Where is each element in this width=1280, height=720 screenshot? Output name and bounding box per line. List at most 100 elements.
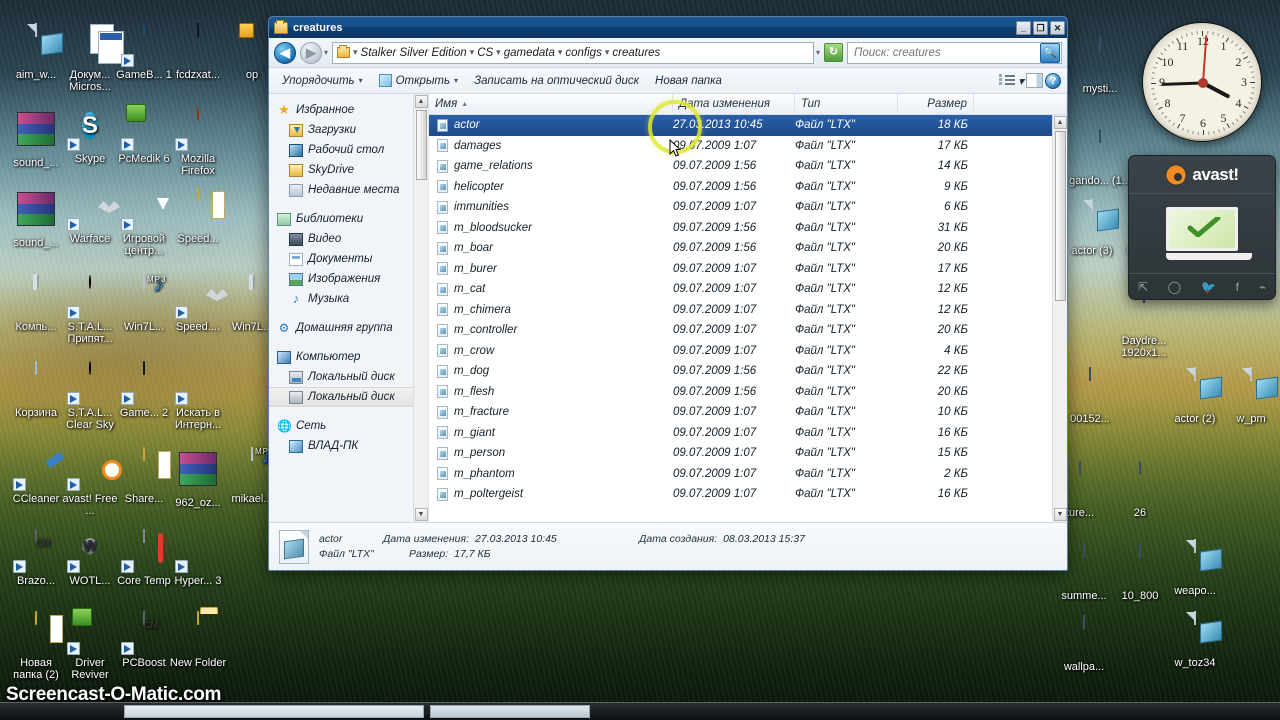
- sidebar-item-Изображения[interactable]: Изображения: [269, 269, 413, 289]
- file-list-area[interactable]: Имя ▲ Дата изменения Тип Размер actor 27.…: [429, 94, 1067, 522]
- history-dropdown-icon[interactable]: ▾: [324, 48, 328, 57]
- breadcrumb[interactable]: ▾ Stalker Silver Edition ▾ CS ▾ gamedata ▾ con…: [332, 41, 814, 64]
- table-row[interactable]: m_phantom 09.07.2009 1:07 Файл "LTX" 2 КБ: [429, 464, 1052, 485]
- back-button[interactable]: ◀: [274, 41, 296, 64]
- table-row[interactable]: m_controller 09.07.2009 1:07 Файл "LTX" 20 …: [429, 320, 1052, 341]
- desktop-icon[interactable]: gando... (1...: [1068, 129, 1132, 187]
- column-header-type[interactable]: Тип: [795, 94, 898, 114]
- sidebar-group-Компьютер[interactable]: Компьютер: [269, 347, 413, 367]
- table-row[interactable]: m_flesh 09.07.2009 1:56 Файл "LTX" 20 КБ: [429, 382, 1052, 403]
- search-input[interactable]: [848, 46, 1040, 59]
- scroll-down-button[interactable]: ▼: [414, 508, 428, 521]
- desktop-icon[interactable]: wallpa...: [1052, 615, 1116, 673]
- taskbar-item[interactable]: [430, 705, 590, 718]
- chevron-down-icon[interactable]: ▾: [1018, 74, 1024, 88]
- address-dropdown-icon[interactable]: ▾: [816, 48, 820, 57]
- table-row[interactable]: m_person 09.07.2009 1:07 Файл "LTX" 15 КБ: [429, 443, 1052, 464]
- open-window-icon[interactable]: ⇱: [1138, 280, 1148, 294]
- circle-icon[interactable]: ◯: [1168, 280, 1181, 294]
- sidebar-item-Документы[interactable]: Документы: [269, 249, 413, 269]
- sidebar-item-Музыка[interactable]: ♪ Музыка: [269, 289, 413, 309]
- column-header-size[interactable]: Размер: [898, 94, 974, 114]
- sidebar-item-Локальный диск[interactable]: Локальный диск: [269, 387, 413, 407]
- avast-action-row[interactable]: ⇱ ◯ 🐦 f ⌁: [1129, 273, 1275, 299]
- minimize-button[interactable]: _: [1016, 20, 1031, 35]
- desktop-icon[interactable]: weapo...: [1163, 539, 1227, 597]
- column-header-modified[interactable]: Дата изменения: [673, 94, 795, 114]
- table-row[interactable]: m_bloodsucker 09.07.2009 1:56 Файл "LTX" 31…: [429, 218, 1052, 239]
- search-box[interactable]: 🔍: [847, 41, 1062, 64]
- table-row[interactable]: immunities 09.07.2009 1:07 Файл "LTX" 6 КБ: [429, 197, 1052, 218]
- table-row[interactable]: helicopter 09.07.2009 1:56 Файл "LTX" 9 КБ: [429, 177, 1052, 198]
- sidebar-item-SkyDrive[interactable]: SkyDrive: [269, 160, 413, 180]
- desktop-icon[interactable]: Hyper... 3: [166, 530, 230, 587]
- forward-button[interactable]: ▶: [300, 41, 322, 64]
- table-row[interactable]: m_dog 09.07.2009 1:56 Файл "LTX" 22 КБ: [429, 361, 1052, 382]
- table-row[interactable]: m_fracture 09.07.2009 1:07 Файл "LTX" 10 КБ: [429, 402, 1052, 423]
- desktop-icon[interactable]: actor (2): [1163, 367, 1227, 425]
- refresh-button[interactable]: ↻: [824, 43, 843, 62]
- sidebar-item-Недавние места[interactable]: Недавние места: [269, 180, 413, 200]
- facebook-icon[interactable]: f: [1236, 280, 1239, 294]
- organize-button[interactable]: Упорядочить ▾: [275, 72, 370, 90]
- sidebar-item-Рабочий стол[interactable]: Рабочий стол: [269, 140, 413, 160]
- table-row[interactable]: m_crow 09.07.2009 1:07 Файл "LTX" 4 КБ: [429, 341, 1052, 362]
- clock-gadget[interactable]: 121234567891011: [1142, 22, 1262, 142]
- list-view-icon[interactable]: [999, 73, 1016, 88]
- maximize-button[interactable]: ❐: [1033, 20, 1048, 35]
- desktop-icon[interactable]: Speed...: [166, 187, 230, 245]
- desktop-icon[interactable]: Искать в Интерн...: [166, 362, 230, 431]
- sidebar-item-ВЛАД-ПК[interactable]: ВЛАД-ПК: [269, 436, 413, 456]
- window-title-bar[interactable]: creatures _ ❐ ✕: [269, 17, 1067, 38]
- open-button[interactable]: Открыть ▾: [372, 71, 465, 90]
- address-bar[interactable]: ◀ ▶ ▾ ▾ Stalker Silver Edition ▾ CS ▾ gameda…: [269, 38, 1067, 68]
- rss-icon[interactable]: ⌁: [1259, 280, 1266, 294]
- navigation-scrollbar[interactable]: ▲ ▼: [413, 94, 428, 522]
- table-row[interactable]: m_chimera 09.07.2009 1:07 Файл "LTX" 12 КБ: [429, 300, 1052, 321]
- sidebar-group-Избранное[interactable]: ★ Избранное: [269, 100, 413, 120]
- breadcrumb-item[interactable]: configs: [565, 47, 601, 59]
- sidebar-group-Библиотеки[interactable]: Библиотеки: [269, 209, 413, 229]
- desktop-icon[interactable]: 26: [1108, 461, 1172, 519]
- explorer-window[interactable]: creatures _ ❐ ✕ ◀ ▶ ▾ ▾ Stalker Silver E…: [268, 16, 1068, 571]
- avast-notification-popup[interactable]: avast! ⇱ ◯ 🐦 f ⌁: [1128, 155, 1276, 300]
- scroll-up-button[interactable]: ▲: [414, 95, 428, 108]
- desktop-icon[interactable]: mysti...: [1068, 37, 1132, 95]
- table-row[interactable]: m_burer 09.07.2009 1:07 Файл "LTX" 17 КБ: [429, 259, 1052, 280]
- table-row[interactable]: m_boar 09.07.2009 1:56 Файл "LTX" 20 КБ: [429, 238, 1052, 259]
- file-list-rows[interactable]: actor 27.03.2013 10:45 Файл "LTX" 18 КБ dama…: [429, 115, 1052, 522]
- column-header-filler[interactable]: [974, 94, 1067, 114]
- desktop-icon[interactable]: Daydre... 1920x1...: [1112, 289, 1176, 359]
- breadcrumb-item[interactable]: creatures: [612, 47, 660, 59]
- burn-to-disc-button[interactable]: Записать на оптический диск: [467, 72, 646, 90]
- desktop-icon[interactable]: w_pm: [1219, 367, 1280, 425]
- breadcrumb-item[interactable]: CS: [477, 47, 493, 59]
- navigation-pane[interactable]: ★ Избранное Загрузки Рабочий стол SkyDrive Не…: [269, 94, 429, 522]
- sidebar-item-Видео[interactable]: Видео: [269, 229, 413, 249]
- breadcrumb-item[interactable]: Stalker Silver Edition: [361, 47, 467, 59]
- preview-pane-icon[interactable]: [1026, 73, 1043, 88]
- sidebar-item-Загрузки[interactable]: Загрузки: [269, 120, 413, 140]
- desktop-icon[interactable]: Mozilla Firefox: [166, 107, 230, 177]
- twitter-icon[interactable]: 🐦: [1201, 280, 1216, 294]
- new-folder-button[interactable]: Новая папка: [648, 72, 729, 90]
- scrollbar-thumb[interactable]: [1054, 131, 1066, 301]
- search-icon[interactable]: 🔍: [1040, 42, 1060, 63]
- command-bar[interactable]: Упорядочить ▾ Открыть ▾ Записать на опти…: [269, 68, 1067, 94]
- table-row[interactable]: m_giant 09.07.2009 1:07 Файл "LTX" 16 КБ: [429, 423, 1052, 444]
- table-row[interactable]: game_relations 09.07.2009 1:56 Файл "LTX" 1…: [429, 156, 1052, 177]
- scroll-down-button[interactable]: ▼: [1053, 508, 1067, 521]
- sidebar-item-Локальный диск[interactable]: Локальный диск: [269, 367, 413, 387]
- help-icon[interactable]: ?: [1045, 72, 1061, 89]
- taskbar[interactable]: [0, 702, 1280, 720]
- table-row[interactable]: actor 27.03.2013 10:45 Файл "LTX" 18 КБ: [429, 115, 1052, 136]
- taskbar-item[interactable]: [124, 705, 424, 718]
- desktop-icon[interactable]: New Folder: [166, 611, 230, 669]
- scroll-up-button[interactable]: ▲: [1053, 116, 1067, 129]
- file-list-header[interactable]: Имя ▲ Дата изменения Тип Размер: [429, 94, 1067, 115]
- table-row[interactable]: m_poltergeist 09.07.2009 1:07 Файл "LTX" 16…: [429, 484, 1052, 505]
- scrollbar-thumb[interactable]: [415, 110, 427, 180]
- breadcrumb-item[interactable]: gamedata: [504, 47, 555, 59]
- desktop-icon[interactable]: w_toz34: [1163, 611, 1227, 669]
- table-row[interactable]: damages 09.07.2009 1:07 Файл "LTX" 17 КБ: [429, 136, 1052, 157]
